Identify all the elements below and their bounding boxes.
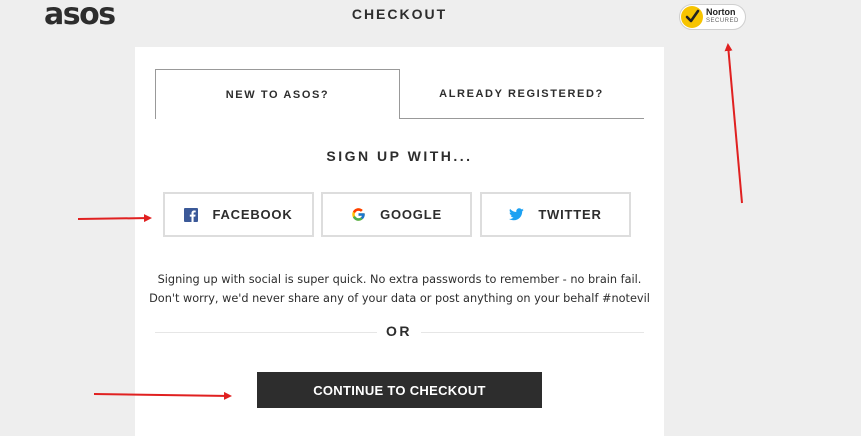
facebook-signup-button[interactable]: FACEBOOK [163, 192, 314, 237]
tab-already-registered[interactable]: ALREADY REGISTERED? [399, 69, 644, 119]
checkmark-icon [681, 6, 703, 28]
facebook-label: FACEBOOK [212, 207, 293, 222]
facebook-icon [184, 207, 199, 222]
norton-secured-badge[interactable]: Norton SECURED [679, 4, 746, 30]
or-divider-label: OR [377, 323, 421, 339]
continue-label: CONTINUE TO CHECKOUT [313, 382, 486, 398]
google-label: GOOGLE [380, 207, 442, 222]
disclaimer-line-2: Don't worry, we'd never share any of you… [149, 292, 650, 305]
disclaimer-line-1: Signing up with social is super quick. N… [157, 273, 642, 286]
checkout-panel: NEW TO ASOS? ALREADY REGISTERED? SIGN UP… [135, 47, 664, 436]
tab-label: ALREADY REGISTERED? [439, 87, 604, 100]
twitter-label: TWITTER [538, 207, 602, 222]
google-icon [351, 207, 366, 222]
norton-secured-label: SECURED [706, 18, 739, 24]
annotation-arrow-norton [724, 43, 743, 204]
continue-to-checkout-button[interactable]: CONTINUE TO CHECKOUT [257, 372, 542, 408]
social-signup-disclaimer: Signing up with social is super quick. N… [135, 270, 664, 308]
signup-heading: SIGN UP WITH... [326, 148, 473, 164]
tab-new-to-asos[interactable]: NEW TO ASOS? [155, 69, 400, 119]
twitter-icon [509, 208, 525, 221]
norton-brand-label: Norton [706, 7, 736, 17]
twitter-signup-button[interactable]: TWITTER [480, 192, 631, 237]
tab-label: NEW TO ASOS? [225, 88, 330, 101]
google-signup-button[interactable]: GOOGLE [321, 192, 472, 237]
